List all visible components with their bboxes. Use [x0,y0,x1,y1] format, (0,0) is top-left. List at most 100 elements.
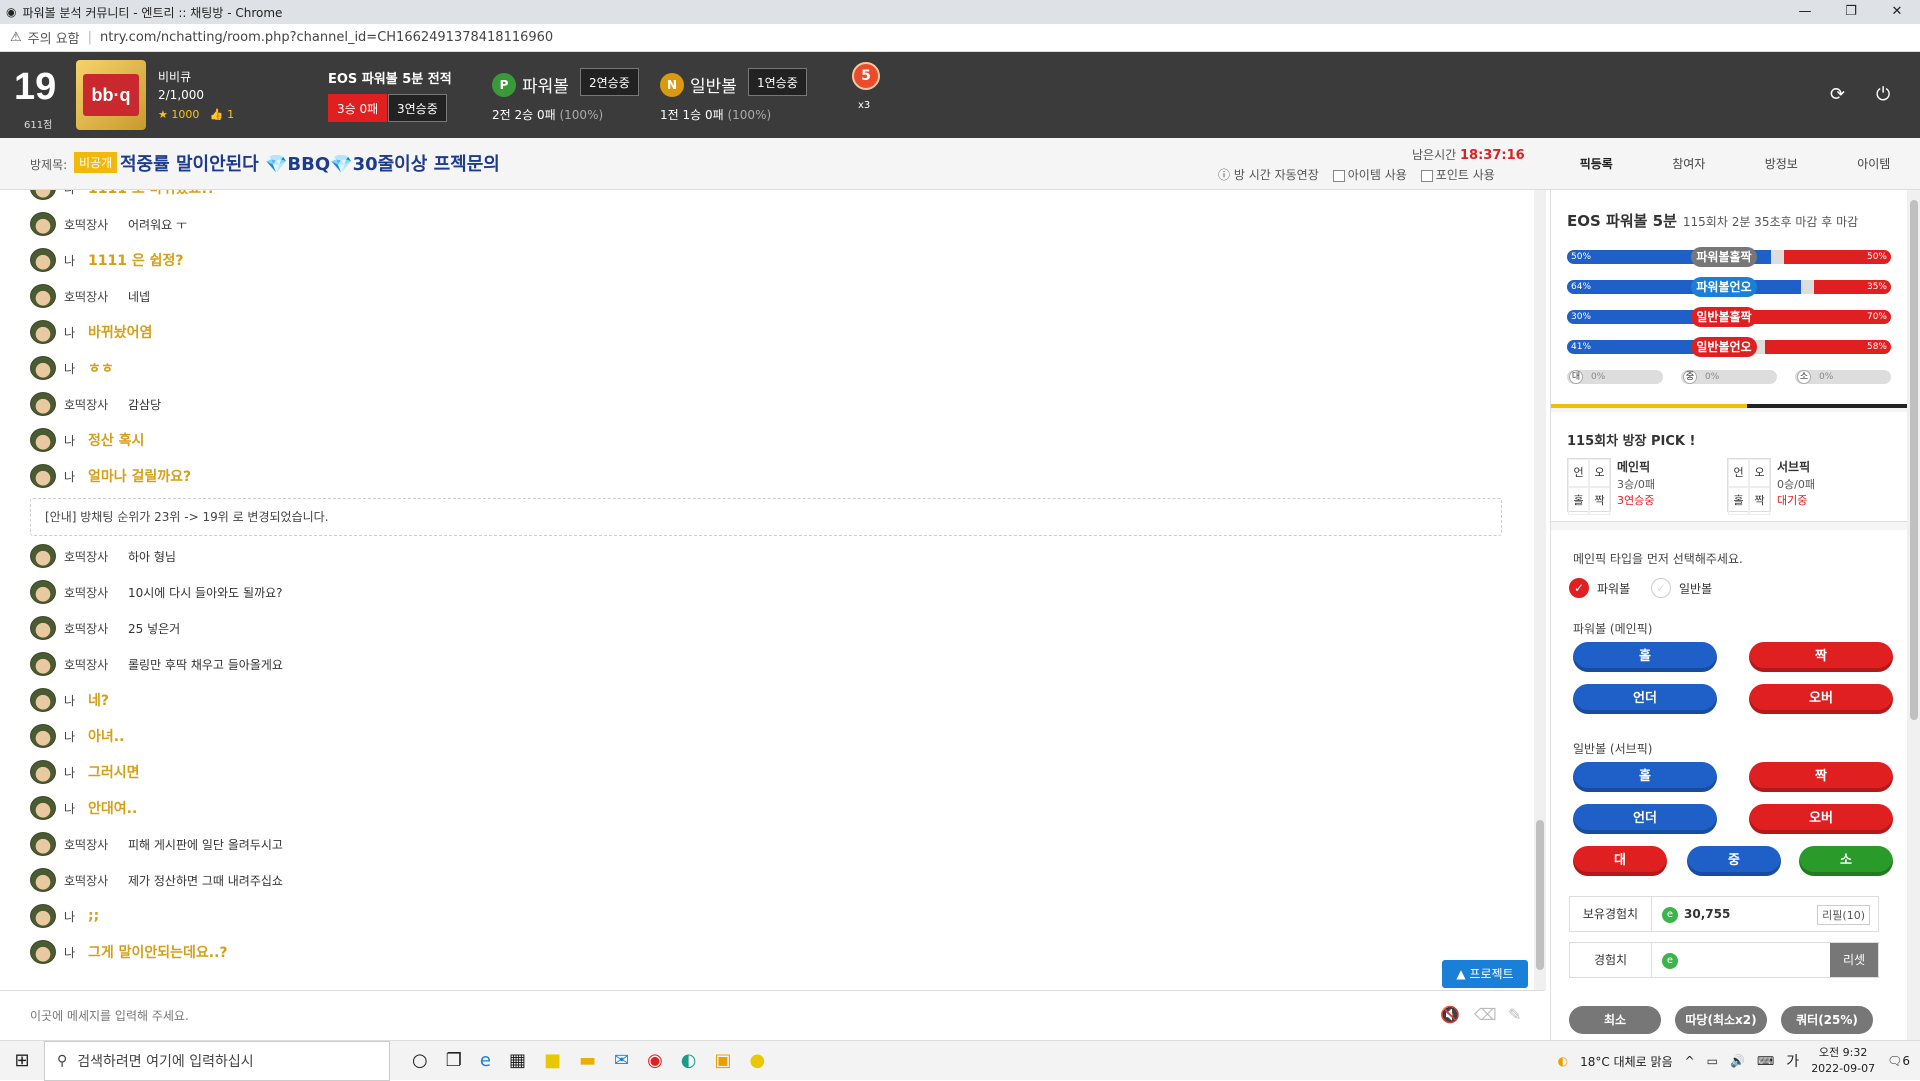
double-bet-button[interactable]: 따당(최소x2) [1675,1006,1767,1034]
cortana-icon[interactable]: ○ [412,1050,428,1071]
address-bar[interactable]: ⚠주의 요함 |ntry.com/nchatting/room.php?chan… [0,24,1920,52]
chat-nick[interactable]: 나 [64,468,88,485]
avatar[interactable] [30,868,56,892]
clock[interactable]: 오전 9:322022-09-07 [1811,1045,1875,1077]
big-button[interactable]: 대 [1573,846,1667,876]
weather-text[interactable]: 18°C 대체로 맑음 [1580,1053,1672,1070]
chat-nick[interactable]: 호떡장사 [64,216,128,233]
min-bet-button[interactable]: 최소 [1569,1006,1661,1034]
radio-normalball[interactable]: ✓일반볼 [1651,578,1712,598]
avatar[interactable] [30,940,56,964]
avatar[interactable] [30,688,56,712]
refresh-icon[interactable]: ⟳ [1830,84,1845,105]
edge-icon[interactable]: ◐ [681,1050,697,1071]
avatar[interactable] [30,796,56,820]
chat-nick[interactable]: 호떡장사 [64,396,128,413]
avatar[interactable] [30,724,56,748]
refill-button[interactable]: 리필(10) [1817,905,1870,925]
avatar[interactable] [30,580,56,604]
minimize-button[interactable]: — [1782,0,1828,24]
power-over-button[interactable]: 오버 [1749,684,1893,714]
kakaotalk-icon[interactable]: ● [750,1050,766,1071]
normal-odd-button[interactable]: 홀 [1573,762,1717,792]
chat-nick[interactable]: 나 [64,944,88,961]
volume-icon[interactable]: 🔊 [1730,1054,1745,1068]
tray-chevron-icon[interactable]: ^ [1685,1054,1695,1068]
reset-button[interactable]: 리셋 [1830,943,1878,977]
quarter-bet-button[interactable]: 쿼터(25%) [1781,1006,1873,1034]
tab-participants[interactable]: 참여자 [1643,138,1736,190]
avatar[interactable] [30,212,56,236]
mail-icon[interactable]: ✉ [614,1050,629,1071]
chat-nick[interactable]: 나 [64,692,88,709]
eraser-icon[interactable]: ⌫ [1474,1005,1497,1024]
chat-input[interactable]: 이곳에 메세지를 입력해 주세요. [30,1007,189,1024]
calculator-icon[interactable]: ▦ [509,1050,526,1071]
chat-nick[interactable]: 호떡장사 [64,620,128,637]
close-button[interactable]: ✕ [1874,0,1920,24]
use-point-checkbox[interactable]: 포인트 사용 [1421,166,1495,183]
radio-powerball[interactable]: ✓파워볼 [1569,578,1630,598]
avatar[interactable] [30,392,56,416]
avatar[interactable] [30,652,56,676]
small-button[interactable]: 소 [1799,846,1893,876]
windows-start-icon[interactable]: ⊞ [0,1050,44,1071]
taskbar-search[interactable]: ⚲검색하려면 여기에 입력하십시 [44,1041,390,1081]
tab-room-info[interactable]: 방정보 [1735,138,1828,190]
chat-nick[interactable]: 나 [64,908,88,925]
chat-nick[interactable]: 호떡장사 [64,584,128,601]
chat-nick[interactable]: 나 [64,764,88,781]
chrome-taskbar-icon[interactable]: ◉ [647,1050,663,1071]
ime-indicator[interactable]: 가 [1786,1051,1799,1071]
avatar[interactable] [30,284,56,308]
network-icon[interactable]: ▭ [1707,1054,1718,1068]
app-icon[interactable]: ▣ [715,1050,732,1071]
avatar[interactable] [30,544,56,568]
use-item-checkbox[interactable]: 아이템 사용 [1333,166,1407,183]
chat-nick[interactable]: 호떡장사 [64,548,128,565]
project-button[interactable]: ▲ 프로젝트 [1442,960,1528,988]
chat-nick[interactable]: 호떡장사 [64,656,128,673]
sticky-notes-icon[interactable]: ■ [544,1050,561,1071]
avatar[interactable] [30,464,56,488]
mute-icon[interactable]: 🔇 [1440,1005,1460,1024]
url-text[interactable]: ntry.com/nchatting/room.php?channel_id=C… [100,30,553,45]
chat-nick[interactable]: 나 [64,432,88,449]
mid-button[interactable]: 중 [1687,846,1781,876]
chat-nick[interactable]: 나 [64,190,88,197]
power-odd-button[interactable]: 홀 [1573,642,1717,672]
chat-nick[interactable]: 나 [64,252,88,269]
notification-icon[interactable]: 🗨6 [1887,1054,1910,1068]
panel-scrollbar[interactable] [1907,190,1920,1040]
avatar[interactable] [30,428,56,452]
avatar[interactable] [30,616,56,640]
magic-wand-icon[interactable]: ✎ [1508,1005,1521,1024]
normal-over-button[interactable]: 오버 [1749,804,1893,834]
keyboard-icon[interactable]: ⌨ [1757,1054,1774,1068]
scroll-thumb[interactable] [1536,820,1544,970]
maximize-button[interactable]: ❐ [1828,0,1874,24]
normal-even-button[interactable]: 짝 [1749,762,1893,792]
avatar[interactable] [30,356,56,380]
power-icon[interactable]: ⏻ [1876,84,1890,105]
tab-items[interactable]: 아이템 [1828,138,1920,190]
file-explorer-icon[interactable]: ▬ [579,1050,596,1071]
ie-icon[interactable]: e [480,1050,491,1071]
chat-scrollbar[interactable] [1534,190,1546,990]
chat-nick[interactable]: 호떡장사 [64,836,128,853]
tab-pick-register[interactable]: 픽등록 [1550,138,1643,190]
avatar[interactable] [30,904,56,928]
avatar[interactable] [30,760,56,784]
power-under-button[interactable]: 언더 [1573,684,1717,714]
avatar[interactable] [30,190,56,200]
chat-nick[interactable]: 호떡장사 [64,288,128,305]
auto-extend-option[interactable]: ⓘ 방 시간 자동연장 [1218,166,1319,183]
chat-nick[interactable]: 나 [64,800,88,817]
chat-nick[interactable]: 나 [64,728,88,745]
task-view-icon[interactable]: ❐ [446,1050,462,1071]
chat-nick[interactable]: 호떡장사 [64,872,128,889]
normal-under-button[interactable]: 언더 [1573,804,1717,834]
avatar[interactable] [30,320,56,344]
panel-scroll-thumb[interactable] [1910,200,1918,720]
chat-nick[interactable]: 나 [64,324,88,341]
